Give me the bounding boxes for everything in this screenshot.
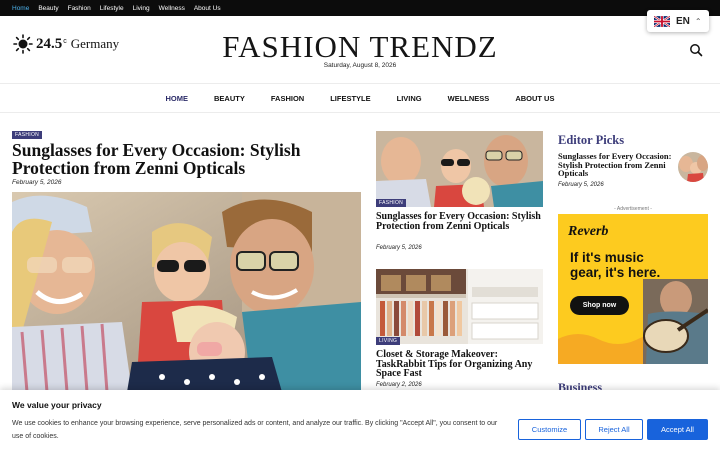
editor-pick-title[interactable]: Sunglasses for Every Occasion: Stylish P…	[558, 152, 676, 178]
nav-item-lifestyle[interactable]: LIFESTYLE	[317, 94, 383, 103]
top-bar: Home Beauty Fashion Lifestyle Living Wel…	[0, 0, 720, 16]
nav-item-living[interactable]: LIVING	[384, 94, 435, 103]
family-photo-avatar	[678, 152, 708, 182]
top-link-home[interactable]: Home	[12, 5, 29, 12]
nav-divider-bottom	[0, 112, 720, 113]
middle-article-2-image[interactable]	[376, 269, 543, 344]
chevron-up-icon: ⌃	[694, 16, 702, 26]
main-nav: HOME BEAUTY FASHION LIFESTYLE LIVING WEL…	[0, 84, 720, 112]
featured-category-badge[interactable]: FASHION	[12, 131, 43, 139]
editor-pick-thumbnail[interactable]	[678, 152, 708, 182]
middle-article-2-title[interactable]: Closet & Storage Makeover: TaskRabbit Ti…	[376, 350, 546, 379]
middle-article-2-category[interactable]: LIVING	[376, 337, 401, 345]
search-icon[interactable]	[689, 43, 703, 57]
top-link-lifestyle[interactable]: Lifestyle	[100, 5, 124, 12]
current-date: Saturday, August 8, 2026	[323, 62, 397, 69]
top-link-about[interactable]: About Us	[194, 5, 221, 12]
cookie-consent-banner: We value your privacy We use cookies to …	[0, 390, 720, 450]
closet-photo-thumbnail	[376, 269, 543, 344]
accept-all-button[interactable]: Accept All	[647, 419, 708, 440]
featured-article-image[interactable]	[12, 192, 361, 392]
family-photo-thumbnail	[376, 131, 543, 207]
nav-item-home[interactable]: HOME	[153, 94, 202, 103]
family-photo-image	[12, 192, 361, 392]
customize-button[interactable]: Customize	[518, 419, 581, 440]
top-link-living[interactable]: Living	[133, 5, 150, 12]
editor-pick-date: February 5, 2026	[558, 182, 604, 188]
top-link-wellness[interactable]: Wellness	[159, 5, 185, 12]
cookie-title: We value your privacy	[12, 400, 102, 410]
editor-picks-heading: Editor Picks	[558, 133, 625, 147]
middle-article-1-title[interactable]: Sunglasses for Every Occasion: Stylish P…	[376, 212, 546, 232]
ad-headline: If it's music gear, it's here.	[570, 250, 661, 280]
top-link-fashion[interactable]: Fashion	[68, 5, 91, 12]
top-link-beauty[interactable]: Beauty	[38, 5, 58, 12]
middle-article-1-image[interactable]	[376, 131, 543, 207]
top-links: Home Beauty Fashion Lifestyle Living Wel…	[12, 0, 221, 16]
nav-item-fashion[interactable]: FASHION	[258, 94, 317, 103]
ad-brand-logo: Reverb	[568, 224, 609, 239]
featured-article-date: February 5, 2026	[12, 179, 62, 186]
nav-item-about[interactable]: ABOUT US	[502, 94, 567, 103]
advertisement-label: - Advertisement -	[614, 206, 652, 212]
middle-article-2-date: February 2, 2026	[376, 382, 422, 388]
cookie-text: We use cookies to enhance your browsing …	[12, 420, 498, 440]
middle-article-1-date: February 5, 2026	[376, 245, 422, 251]
nav-item-wellness[interactable]: WELLNESS	[435, 94, 503, 103]
nav-item-beauty[interactable]: BEAUTY	[201, 94, 258, 103]
site-logo[interactable]: FASHION TRENDZ	[0, 29, 720, 65]
language-code: EN	[676, 15, 690, 27]
advertisement-banner[interactable]: Reverb If it's music gear, it's here. Sh…	[558, 214, 708, 364]
middle-article-1-category[interactable]: FASHION	[376, 199, 407, 207]
ad-shop-now-button[interactable]: Shop now	[570, 296, 629, 315]
uk-flag-icon	[654, 15, 670, 27]
reject-all-button[interactable]: Reject All	[585, 419, 643, 440]
featured-article-title[interactable]: Sunglasses for Every Occasion: Stylish P…	[12, 141, 357, 177]
